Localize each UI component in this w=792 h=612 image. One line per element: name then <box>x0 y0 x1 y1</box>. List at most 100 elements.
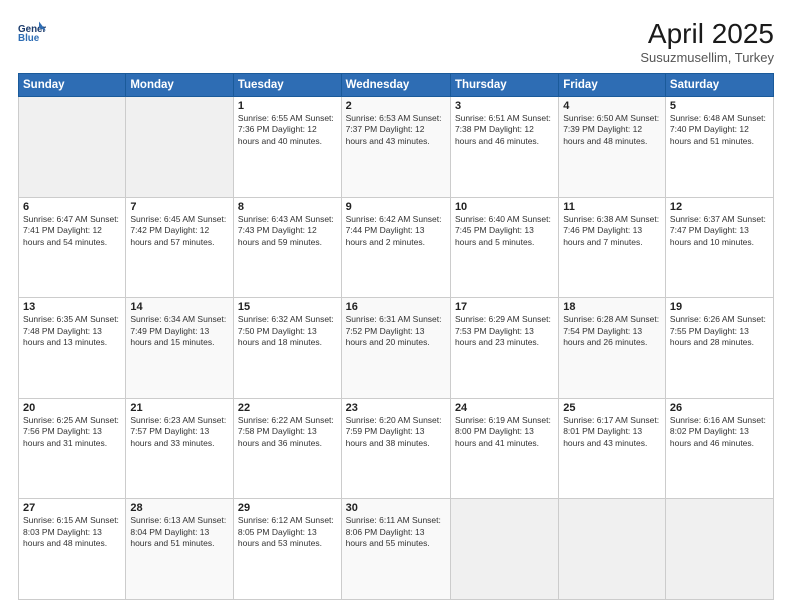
day-number: 30 <box>346 502 446 514</box>
cell-4-3: 23Sunrise: 6:20 AM Sunset: 7:59 PM Dayli… <box>341 398 450 499</box>
cell-2-4: 10Sunrise: 6:40 AM Sunset: 7:45 PM Dayli… <box>450 197 558 298</box>
cell-2-1: 7Sunrise: 6:45 AM Sunset: 7:42 PM Daylig… <box>126 197 234 298</box>
day-info: Sunrise: 6:23 AM Sunset: 7:57 PM Dayligh… <box>130 415 229 449</box>
page: General Blue April 2025 Susuzmusellim, T… <box>0 0 792 612</box>
day-info: Sunrise: 6:15 AM Sunset: 8:03 PM Dayligh… <box>23 515 121 549</box>
day-info: Sunrise: 6:25 AM Sunset: 7:56 PM Dayligh… <box>23 415 121 449</box>
cell-3-5: 18Sunrise: 6:28 AM Sunset: 7:54 PM Dayli… <box>559 298 666 399</box>
day-info: Sunrise: 6:42 AM Sunset: 7:44 PM Dayligh… <box>346 214 446 248</box>
title-block: April 2025 Susuzmusellim, Turkey <box>640 18 774 65</box>
day-info: Sunrise: 6:19 AM Sunset: 8:00 PM Dayligh… <box>455 415 554 449</box>
day-number: 2 <box>346 100 446 112</box>
day-info: Sunrise: 6:20 AM Sunset: 7:59 PM Dayligh… <box>346 415 446 449</box>
day-number: 18 <box>563 301 661 313</box>
day-info: Sunrise: 6:13 AM Sunset: 8:04 PM Dayligh… <box>130 515 229 549</box>
cell-3-4: 17Sunrise: 6:29 AM Sunset: 7:53 PM Dayli… <box>450 298 558 399</box>
col-saturday: Saturday <box>665 74 773 97</box>
day-number: 22 <box>238 402 337 414</box>
day-info: Sunrise: 6:26 AM Sunset: 7:55 PM Dayligh… <box>670 314 769 348</box>
col-wednesday: Wednesday <box>341 74 450 97</box>
cell-4-5: 25Sunrise: 6:17 AM Sunset: 8:01 PM Dayli… <box>559 398 666 499</box>
day-number: 20 <box>23 402 121 414</box>
cell-5-5 <box>559 499 666 600</box>
week-row-5: 27Sunrise: 6:15 AM Sunset: 8:03 PM Dayli… <box>19 499 774 600</box>
week-row-1: 1Sunrise: 6:55 AM Sunset: 7:36 PM Daylig… <box>19 97 774 198</box>
day-number: 25 <box>563 402 661 414</box>
day-number: 28 <box>130 502 229 514</box>
cell-3-0: 13Sunrise: 6:35 AM Sunset: 7:48 PM Dayli… <box>19 298 126 399</box>
cell-5-4 <box>450 499 558 600</box>
day-number: 10 <box>455 201 554 213</box>
day-info: Sunrise: 6:16 AM Sunset: 8:02 PM Dayligh… <box>670 415 769 449</box>
day-info: Sunrise: 6:12 AM Sunset: 8:05 PM Dayligh… <box>238 515 337 549</box>
cell-1-1 <box>126 97 234 198</box>
cell-4-2: 22Sunrise: 6:22 AM Sunset: 7:58 PM Dayli… <box>233 398 341 499</box>
calendar-table: Sunday Monday Tuesday Wednesday Thursday… <box>18 73 774 600</box>
day-info: Sunrise: 6:31 AM Sunset: 7:52 PM Dayligh… <box>346 314 446 348</box>
cell-1-0 <box>19 97 126 198</box>
day-number: 24 <box>455 402 554 414</box>
cell-1-5: 4Sunrise: 6:50 AM Sunset: 7:39 PM Daylig… <box>559 97 666 198</box>
cell-2-3: 9Sunrise: 6:42 AM Sunset: 7:44 PM Daylig… <box>341 197 450 298</box>
day-info: Sunrise: 6:22 AM Sunset: 7:58 PM Dayligh… <box>238 415 337 449</box>
day-number: 13 <box>23 301 121 313</box>
week-row-3: 13Sunrise: 6:35 AM Sunset: 7:48 PM Dayli… <box>19 298 774 399</box>
logo-icon: General Blue <box>18 18 46 46</box>
day-number: 6 <box>23 201 121 213</box>
header-row: Sunday Monday Tuesday Wednesday Thursday… <box>19 74 774 97</box>
cell-1-4: 3Sunrise: 6:51 AM Sunset: 7:38 PM Daylig… <box>450 97 558 198</box>
day-number: 1 <box>238 100 337 112</box>
week-row-4: 20Sunrise: 6:25 AM Sunset: 7:56 PM Dayli… <box>19 398 774 499</box>
day-number: 27 <box>23 502 121 514</box>
cell-3-3: 16Sunrise: 6:31 AM Sunset: 7:52 PM Dayli… <box>341 298 450 399</box>
day-number: 26 <box>670 402 769 414</box>
calendar-subtitle: Susuzmusellim, Turkey <box>640 50 774 65</box>
day-number: 29 <box>238 502 337 514</box>
cell-2-0: 6Sunrise: 6:47 AM Sunset: 7:41 PM Daylig… <box>19 197 126 298</box>
day-info: Sunrise: 6:35 AM Sunset: 7:48 PM Dayligh… <box>23 314 121 348</box>
cell-2-6: 12Sunrise: 6:37 AM Sunset: 7:47 PM Dayli… <box>665 197 773 298</box>
day-number: 15 <box>238 301 337 313</box>
day-info: Sunrise: 6:17 AM Sunset: 8:01 PM Dayligh… <box>563 415 661 449</box>
day-info: Sunrise: 6:29 AM Sunset: 7:53 PM Dayligh… <box>455 314 554 348</box>
cell-4-4: 24Sunrise: 6:19 AM Sunset: 8:00 PM Dayli… <box>450 398 558 499</box>
header: General Blue April 2025 Susuzmusellim, T… <box>18 18 774 65</box>
cell-2-5: 11Sunrise: 6:38 AM Sunset: 7:46 PM Dayli… <box>559 197 666 298</box>
day-info: Sunrise: 6:53 AM Sunset: 7:37 PM Dayligh… <box>346 113 446 147</box>
day-number: 5 <box>670 100 769 112</box>
day-info: Sunrise: 6:51 AM Sunset: 7:38 PM Dayligh… <box>455 113 554 147</box>
day-info: Sunrise: 6:38 AM Sunset: 7:46 PM Dayligh… <box>563 214 661 248</box>
col-monday: Monday <box>126 74 234 97</box>
cell-5-2: 29Sunrise: 6:12 AM Sunset: 8:05 PM Dayli… <box>233 499 341 600</box>
cell-5-1: 28Sunrise: 6:13 AM Sunset: 8:04 PM Dayli… <box>126 499 234 600</box>
day-info: Sunrise: 6:45 AM Sunset: 7:42 PM Dayligh… <box>130 214 229 248</box>
svg-text:Blue: Blue <box>18 33 40 44</box>
day-info: Sunrise: 6:11 AM Sunset: 8:06 PM Dayligh… <box>346 515 446 549</box>
day-info: Sunrise: 6:34 AM Sunset: 7:49 PM Dayligh… <box>130 314 229 348</box>
cell-1-2: 1Sunrise: 6:55 AM Sunset: 7:36 PM Daylig… <box>233 97 341 198</box>
cell-4-0: 20Sunrise: 6:25 AM Sunset: 7:56 PM Dayli… <box>19 398 126 499</box>
day-number: 7 <box>130 201 229 213</box>
day-number: 17 <box>455 301 554 313</box>
cell-5-0: 27Sunrise: 6:15 AM Sunset: 8:03 PM Dayli… <box>19 499 126 600</box>
cell-4-1: 21Sunrise: 6:23 AM Sunset: 7:57 PM Dayli… <box>126 398 234 499</box>
cell-5-6 <box>665 499 773 600</box>
day-number: 11 <box>563 201 661 213</box>
cell-5-3: 30Sunrise: 6:11 AM Sunset: 8:06 PM Dayli… <box>341 499 450 600</box>
cell-1-3: 2Sunrise: 6:53 AM Sunset: 7:37 PM Daylig… <box>341 97 450 198</box>
col-tuesday: Tuesday <box>233 74 341 97</box>
col-thursday: Thursday <box>450 74 558 97</box>
day-info: Sunrise: 6:43 AM Sunset: 7:43 PM Dayligh… <box>238 214 337 248</box>
day-number: 9 <box>346 201 446 213</box>
week-row-2: 6Sunrise: 6:47 AM Sunset: 7:41 PM Daylig… <box>19 197 774 298</box>
cell-4-6: 26Sunrise: 6:16 AM Sunset: 8:02 PM Dayli… <box>665 398 773 499</box>
col-friday: Friday <box>559 74 666 97</box>
cell-3-6: 19Sunrise: 6:26 AM Sunset: 7:55 PM Dayli… <box>665 298 773 399</box>
day-number: 12 <box>670 201 769 213</box>
cell-1-6: 5Sunrise: 6:48 AM Sunset: 7:40 PM Daylig… <box>665 97 773 198</box>
day-info: Sunrise: 6:55 AM Sunset: 7:36 PM Dayligh… <box>238 113 337 147</box>
day-number: 16 <box>346 301 446 313</box>
day-info: Sunrise: 6:48 AM Sunset: 7:40 PM Dayligh… <box>670 113 769 147</box>
calendar-title: April 2025 <box>640 18 774 50</box>
day-info: Sunrise: 6:28 AM Sunset: 7:54 PM Dayligh… <box>563 314 661 348</box>
